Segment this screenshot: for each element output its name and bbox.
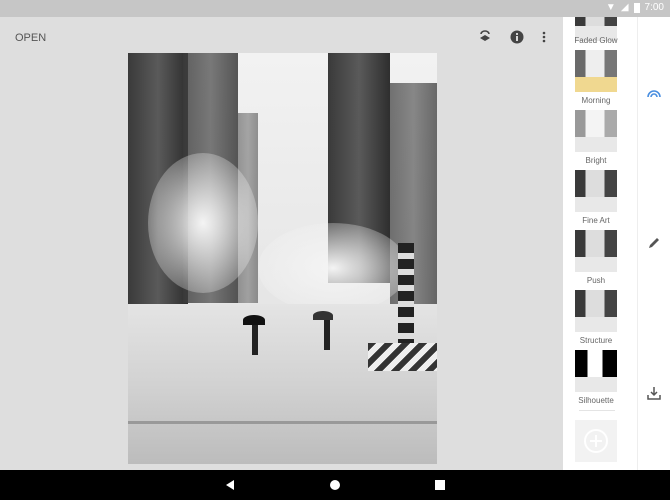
side-rail — [637, 17, 670, 470]
stack-edit-icon[interactable] — [477, 29, 493, 45]
recents-icon[interactable] — [434, 479, 446, 491]
looks-panel: Faded Glow Morning Bright Fine Art Push … — [563, 17, 637, 470]
nav-bar — [0, 470, 670, 500]
info-icon[interactable] — [509, 29, 525, 45]
looks-icon[interactable] — [646, 85, 662, 101]
status-time: 7:00 — [644, 2, 664, 13]
wifi-icon: ▼ — [605, 2, 616, 13]
top-toolbar: OPEN — [0, 17, 563, 57]
battery-icon — [633, 2, 640, 13]
export-icon[interactable] — [646, 385, 662, 401]
photo-canvas[interactable] — [128, 53, 437, 464]
add-icon — [584, 429, 608, 453]
edit-icon[interactable] — [646, 235, 662, 251]
add-look-button[interactable] — [575, 420, 617, 462]
divider — [579, 410, 615, 411]
more-vert-icon[interactable] — [536, 29, 552, 45]
back-icon[interactable] — [224, 479, 236, 491]
signal-icon: ◢ — [620, 2, 629, 13]
status-bar: ▼ ◢ 7:00 — [0, 0, 670, 17]
open-button[interactable]: OPEN — [15, 32, 46, 44]
home-icon[interactable] — [329, 479, 341, 491]
